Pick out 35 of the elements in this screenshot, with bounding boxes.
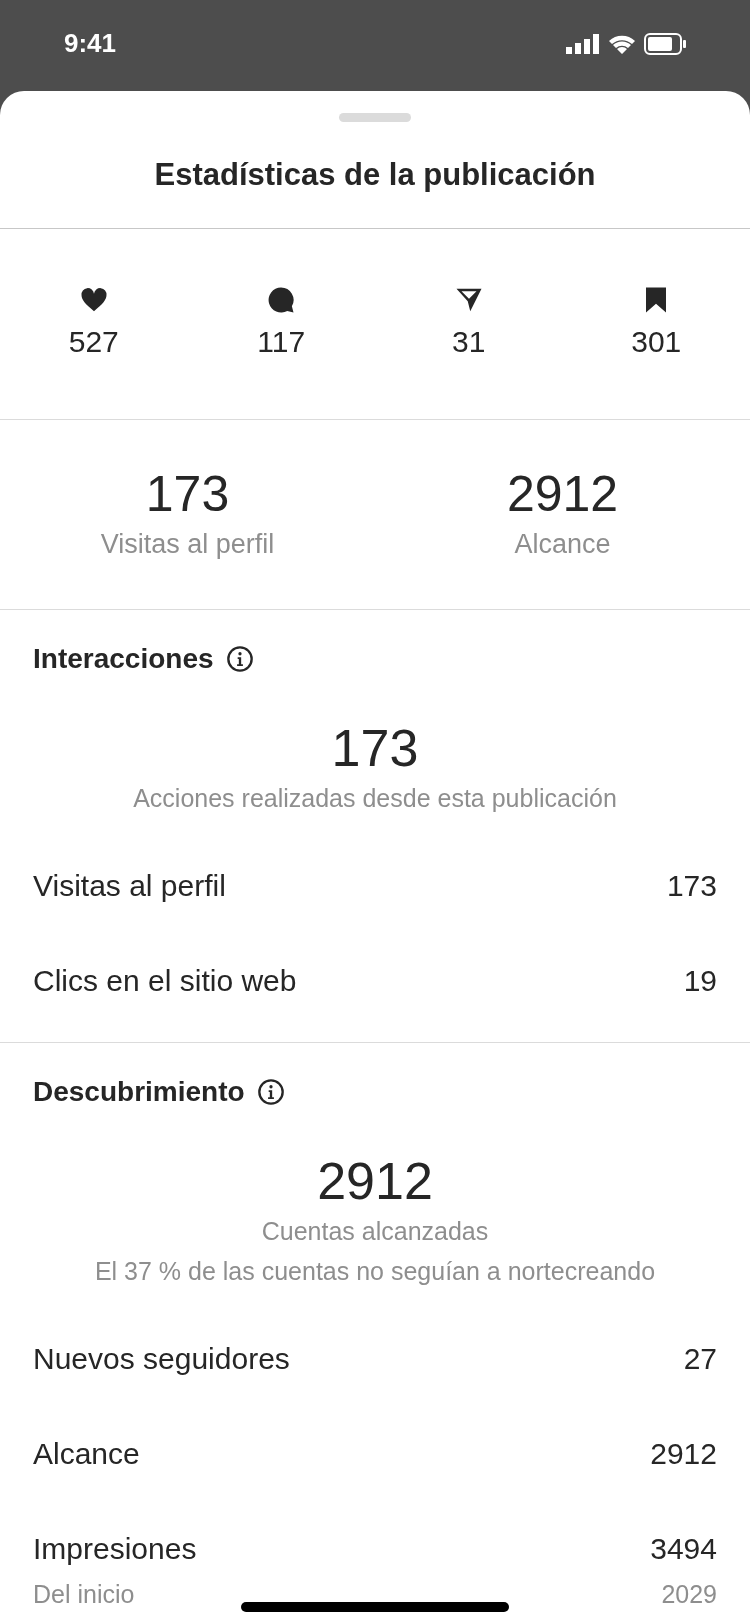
row-label: Visitas al perfil xyxy=(33,868,226,904)
count-value: 31 xyxy=(452,323,486,360)
sheet-title: Estadísticas de la publicación xyxy=(154,155,596,194)
row-value: 27 xyxy=(683,1341,717,1377)
summary-value: 2912 xyxy=(506,465,619,525)
row-value: 3494 xyxy=(650,1531,717,1567)
signal-icon xyxy=(566,33,600,54)
row-label: Nuevos seguidores xyxy=(33,1341,290,1377)
battery-icon xyxy=(644,32,686,55)
row-value: 2029 xyxy=(661,1579,717,1610)
count-value: 527 xyxy=(68,323,119,360)
status-time: 9:41 xyxy=(64,27,117,60)
row-label: Impresiones xyxy=(33,1531,197,1567)
section-heading: Descubrimiento xyxy=(33,1075,245,1109)
summary-label: Alcance xyxy=(514,528,611,562)
section-heading: Interacciones xyxy=(33,642,214,676)
count-value: 117 xyxy=(257,323,306,360)
caption: Acciones realizadas desde esta publicación xyxy=(133,783,617,814)
row-label: Alcance xyxy=(33,1436,140,1472)
row-label: Clics en el sitio web xyxy=(33,963,297,999)
caption: Cuentas alcanzadas xyxy=(261,1216,489,1247)
row-value: 2912 xyxy=(650,1436,717,1472)
caption: El 37 % de las cuentas no seguían a nortecreando xyxy=(94,1256,656,1287)
drag-handle[interactable] xyxy=(339,113,411,122)
count-value: 301 xyxy=(631,323,682,360)
summary-label: Visitas al perfil xyxy=(100,528,275,562)
big-value: 2912 xyxy=(317,1151,433,1211)
summary-value: 173 xyxy=(145,465,230,525)
row-value: 19 xyxy=(683,963,717,999)
wifi-icon xyxy=(608,33,636,54)
row-value: 173 xyxy=(666,868,717,904)
info-icon xyxy=(256,1078,285,1106)
big-value: 173 xyxy=(331,718,419,778)
row-label: Del inicio xyxy=(33,1579,135,1610)
info-icon xyxy=(225,645,254,673)
